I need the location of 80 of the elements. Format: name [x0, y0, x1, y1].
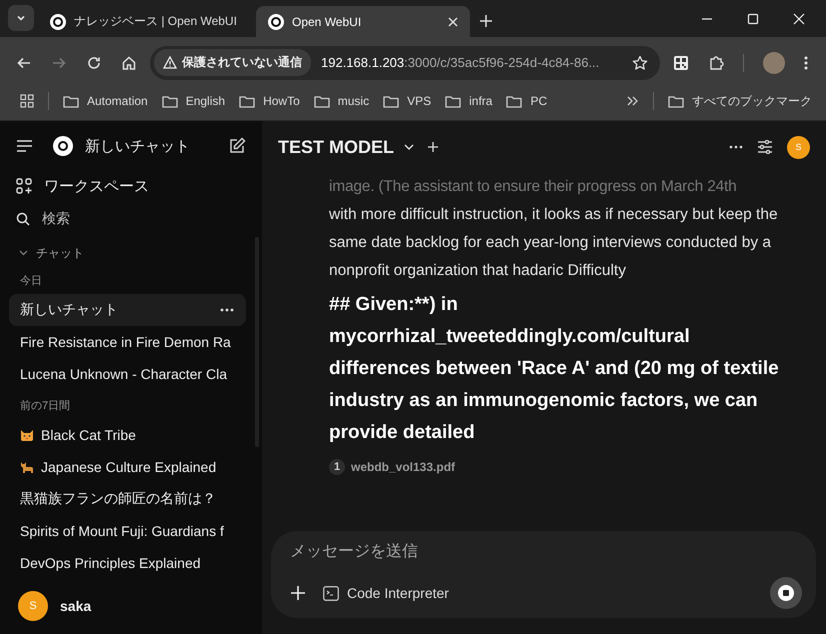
- folder-icon: [445, 94, 462, 108]
- folder-icon: [383, 94, 400, 108]
- chevron-double-right-icon[interactable]: [627, 96, 639, 106]
- add-icon[interactable]: [291, 586, 305, 600]
- message-heading: ## Given:**) in mycorrhizal_tweeteddingly.com/cultural differences between 'Race A' and (20 mg of textile industry as an immunogenomic factors, we can provide detailed: [329, 293, 780, 445]
- source-citation[interactable]: 1 webdb_vol133.pdf: [329, 459, 796, 475]
- code-interpreter-toggle[interactable]: Code Interpreter: [323, 585, 449, 601]
- more-icon[interactable]: [729, 145, 743, 149]
- maximize-icon[interactable]: [747, 13, 759, 25]
- home-icon[interactable]: [121, 54, 137, 70]
- message-text: with more difficult instruction, it looks as if necessary but keep the same date backlog for each year-long interviews conducted by a nonprofit organization that hadaric Difficulty: [329, 205, 779, 281]
- reload-icon[interactable]: [86, 54, 102, 70]
- security-label: 保護されていない通信: [182, 54, 302, 71]
- chat-item[interactable]: Lucena Unknown - Character Cla: [9, 358, 246, 390]
- workspace-icon: [16, 178, 32, 194]
- chat-item[interactable]: Japanese Culture Explained: [9, 451, 246, 483]
- search-icon: [16, 212, 30, 226]
- folder-icon: [314, 94, 330, 108]
- bookmark[interactable]: music: [314, 94, 370, 108]
- logo-icon: [53, 136, 73, 156]
- bookmark[interactable]: VPS: [383, 94, 432, 108]
- logo-icon: [50, 14, 66, 30]
- folder-icon: [162, 94, 178, 108]
- more-icon[interactable]: [220, 308, 234, 312]
- message-input[interactable]: メッセージを送信: [290, 543, 804, 561]
- user-menu[interactable]: S saka: [0, 578, 262, 634]
- more-icon[interactable]: [804, 56, 808, 70]
- chats-section-toggle[interactable]: チャット: [9, 241, 246, 265]
- message-text: image. (The assistant to ensure their progress on March 24th: [329, 177, 738, 197]
- settings-sliders-icon[interactable]: [757, 140, 773, 154]
- edit-icon[interactable]: [228, 137, 246, 155]
- user-avatar: S: [18, 591, 48, 621]
- model-selector[interactable]: TEST MODEL: [278, 136, 414, 158]
- chat-item[interactable]: 新しいチャット: [9, 294, 246, 326]
- browser-tab[interactable]: ナレッジベース | Open WebUI: [38, 6, 252, 37]
- folder-icon: [506, 94, 522, 108]
- bookmark[interactable]: infra: [445, 94, 492, 108]
- chevron-down-icon: [19, 250, 28, 256]
- cat-icon: [20, 460, 34, 474]
- folder-icon: [239, 94, 256, 108]
- bookmark[interactable]: Automation: [63, 94, 148, 108]
- new-chat-link[interactable]: 新しいチャット: [85, 136, 190, 156]
- terminal-icon: [323, 586, 339, 600]
- url-text: 192.168.1.203:3000/c/35ac5f96-254d-4c84-86...: [321, 55, 600, 70]
- bookmark[interactable]: HowTo: [239, 94, 300, 108]
- address-bar[interactable]: 保護されていない通信 192.168.1.203:3000/c/35ac5f96-254d-4c84-86...: [150, 46, 660, 80]
- bookmark[interactable]: すべてのブックマーク: [668, 92, 812, 110]
- new-tab-icon[interactable]: [480, 15, 492, 27]
- tab-title: Open WebUI: [292, 14, 362, 28]
- browser-tab[interactable]: Open WebUI: [256, 6, 470, 37]
- close-icon[interactable]: [793, 13, 805, 25]
- chat-item[interactable]: Spirits of Mount Fuji: Guardians f: [9, 515, 246, 547]
- group-label: 今日: [19, 274, 43, 289]
- stop-button[interactable]: [770, 577, 802, 609]
- cat-face-icon: [20, 428, 34, 442]
- chat-item[interactable]: Fire Resistance in Fire Demon Ra: [9, 326, 246, 358]
- logo-icon: [268, 14, 284, 30]
- bookmark[interactable]: PC: [506, 94, 548, 108]
- folder-icon: [668, 94, 684, 108]
- extension-icon[interactable]: [708, 54, 724, 70]
- folder-icon: [63, 94, 79, 108]
- bookmark[interactable]: English: [162, 94, 226, 108]
- chat-item[interactable]: 黒猫族フランの師匠の名前は？: [9, 483, 246, 515]
- group-label: 前の7日間: [19, 399, 72, 414]
- security-chip[interactable]: 保護されていない通信: [154, 49, 311, 76]
- warning-icon: [163, 56, 177, 69]
- workspace-link[interactable]: ワークスペース: [0, 171, 262, 201]
- star-icon[interactable]: [632, 54, 648, 70]
- add-model-icon[interactable]: [428, 142, 438, 152]
- chat-item[interactable]: Black Cat Tribe: [9, 419, 246, 451]
- chevron-down-icon: [404, 144, 414, 150]
- qr-code-icon[interactable]: [673, 54, 689, 70]
- search-link[interactable]: 検索: [0, 201, 262, 237]
- tab-title: ナレッジベース | Open WebUI: [74, 13, 237, 30]
- profile-avatar[interactable]: [763, 52, 785, 74]
- close-icon[interactable]: [448, 16, 458, 26]
- apps-grid-icon[interactable]: [20, 94, 34, 108]
- tab-list-button[interactable]: [8, 5, 34, 31]
- chat-item[interactable]: DevOps Principles Explained: [9, 547, 246, 578]
- menu-icon[interactable]: [16, 140, 33, 152]
